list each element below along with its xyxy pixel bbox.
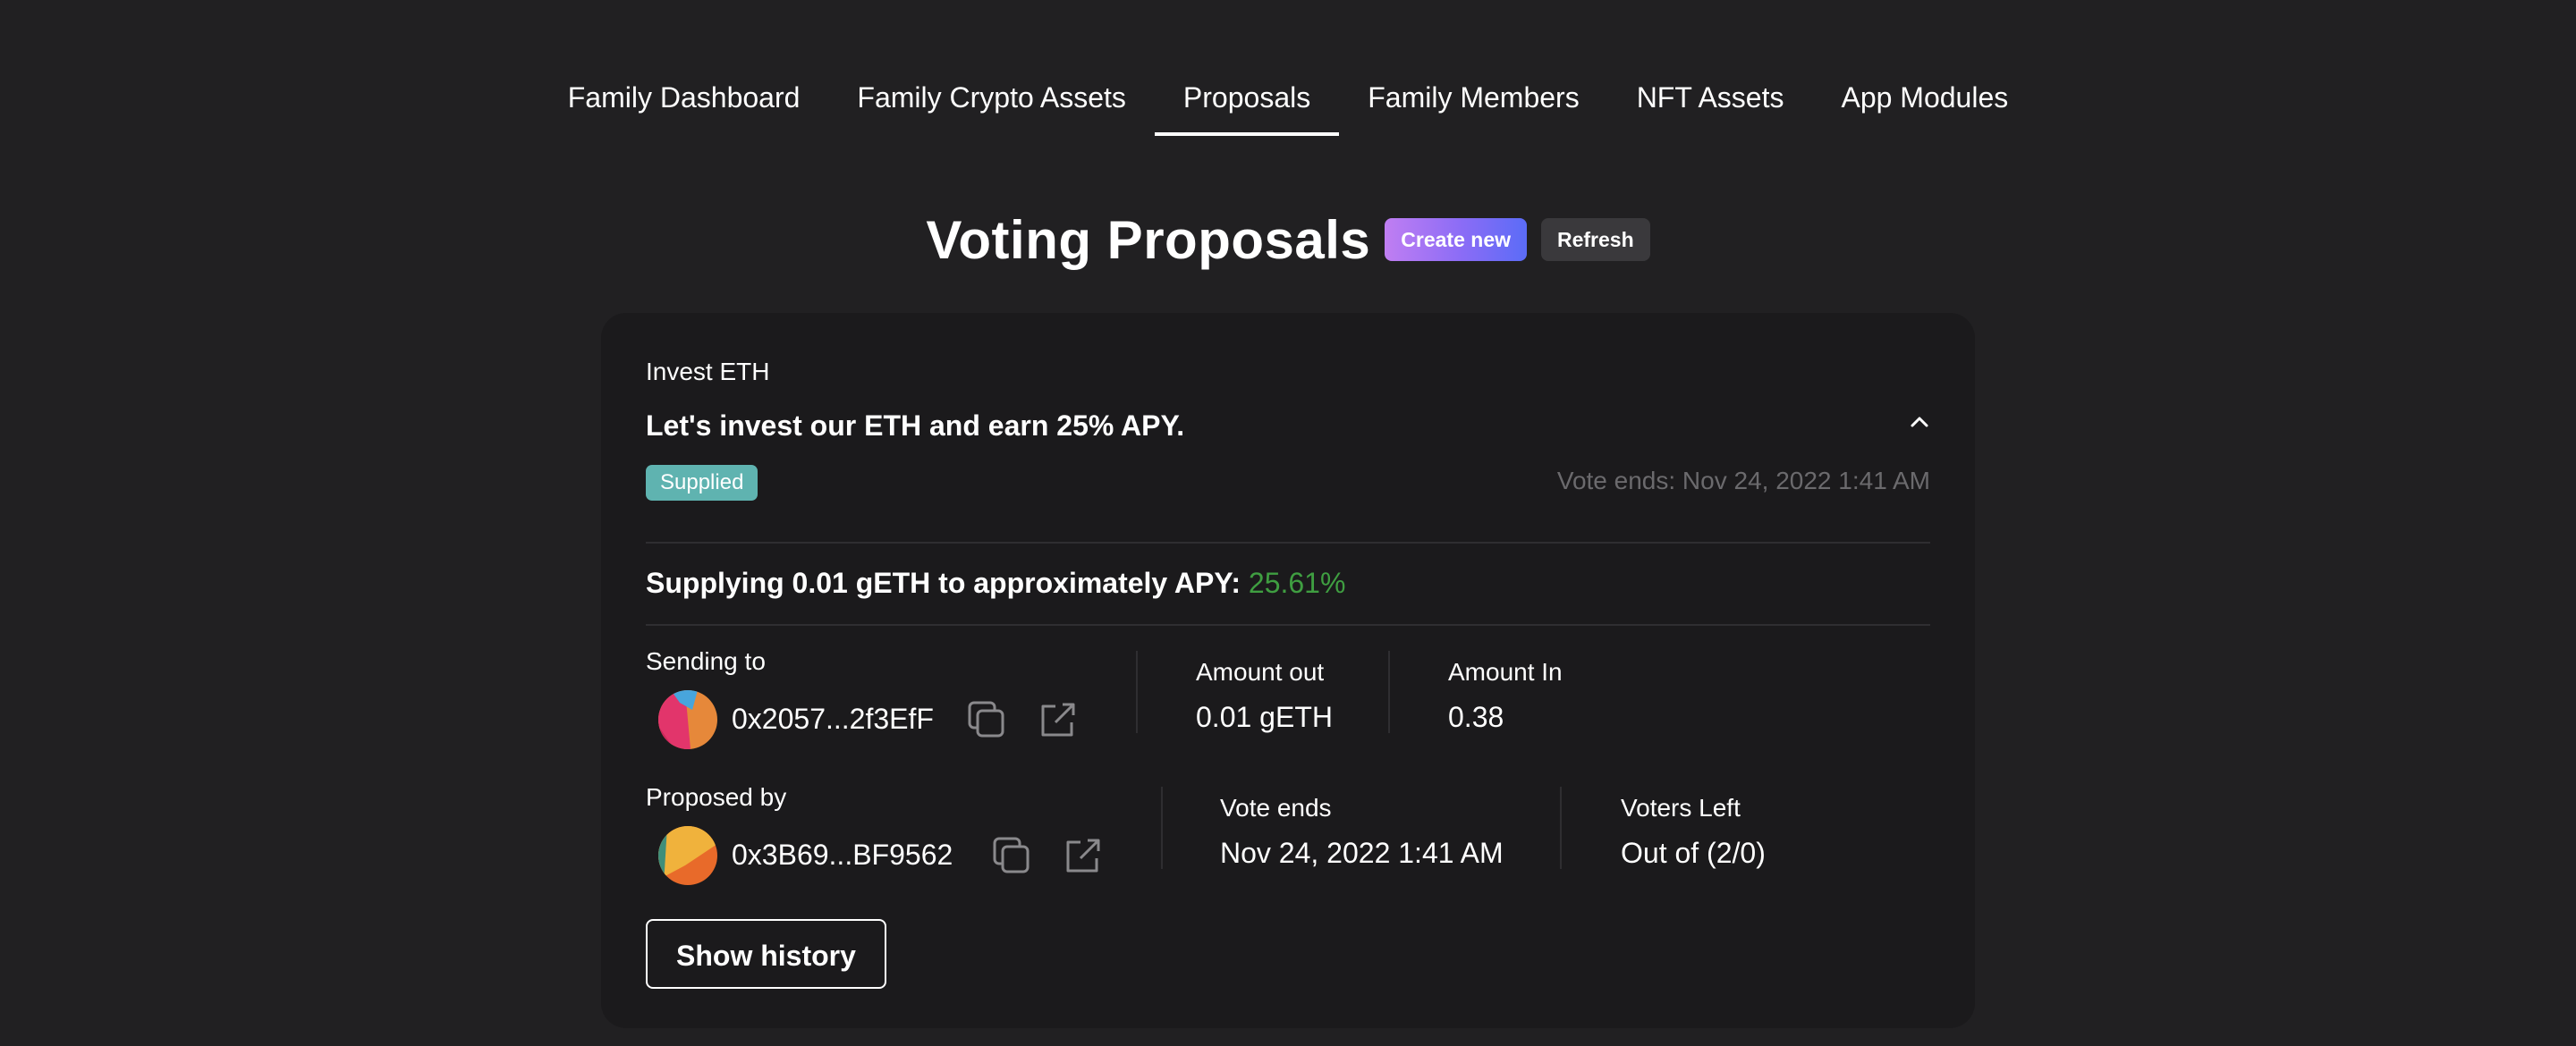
copy-icon[interactable] xyxy=(966,699,1007,740)
tab-nft-assets[interactable]: NFT Assets xyxy=(1608,73,1813,136)
status-badge: Supplied xyxy=(646,465,758,501)
recipient-avatar xyxy=(658,690,717,749)
divider xyxy=(1161,787,1163,869)
copy-icon[interactable] xyxy=(991,835,1032,876)
voters-left-value: Out of (2/0) xyxy=(1621,837,1766,869)
top-nav: Family Dashboard Family Crypto Assets Pr… xyxy=(0,0,2576,136)
vote-ends-value: Nov 24, 2022 1:41 AM xyxy=(1220,837,1504,869)
supply-apy: 25.61% xyxy=(1248,567,1346,599)
amount-out-label: Amount out xyxy=(1196,658,1325,686)
supply-text: Supplying 0.01 gETH to approximately APY… xyxy=(646,567,1241,599)
divider xyxy=(1560,787,1562,869)
page-title: Voting Proposals xyxy=(926,209,1371,270)
tab-family-members[interactable]: Family Members xyxy=(1339,73,1607,136)
proposer-avatar xyxy=(658,826,717,885)
amount-in-value: 0.38 xyxy=(1448,701,1504,733)
external-link-icon[interactable] xyxy=(1038,699,1079,740)
divider xyxy=(1388,651,1390,733)
tab-family-crypto-assets[interactable]: Family Crypto Assets xyxy=(828,73,1155,136)
proposed-by-label: Proposed by xyxy=(646,783,787,811)
vote-ends-label: Vote ends xyxy=(1220,794,1332,822)
proposal-card: Invest ETH Let's invest our ETH and earn… xyxy=(601,313,1975,1028)
tab-proposals[interactable]: Proposals xyxy=(1154,73,1340,136)
amount-out-value: 0.01 gETH xyxy=(1196,701,1333,733)
divider xyxy=(1136,651,1138,733)
show-history-button[interactable]: Show history xyxy=(646,919,886,989)
divider xyxy=(646,542,1930,544)
tab-app-modules[interactable]: App Modules xyxy=(1812,73,2037,136)
chevron-up-icon[interactable] xyxy=(1907,409,1932,434)
create-new-button[interactable]: Create new xyxy=(1385,218,1527,261)
page-header: Voting Proposals Create new Refresh xyxy=(0,204,2576,275)
tab-family-dashboard[interactable]: Family Dashboard xyxy=(539,73,829,136)
sending-to-label: Sending to xyxy=(646,647,766,675)
recipient-address: 0x2057...2f3EfF xyxy=(732,703,934,735)
voters-left-label: Voters Left xyxy=(1621,794,1741,822)
supply-summary: Supplying 0.01 gETH to approximately APY… xyxy=(646,567,1345,600)
divider xyxy=(646,624,1930,626)
external-link-icon[interactable] xyxy=(1063,835,1104,876)
refresh-button[interactable]: Refresh xyxy=(1541,218,1650,261)
proposal-category: Invest ETH xyxy=(646,358,770,385)
vote-ends-summary: Vote ends: Nov 24, 2022 1:41 AM xyxy=(1556,467,1930,494)
amount-in-label: Amount In xyxy=(1448,658,1563,686)
proposal-title: Let's invest our ETH and earn 25% APY. xyxy=(646,409,1185,442)
proposer-address: 0x3B69...BF9562 xyxy=(732,839,953,871)
nav-tabs: Family Dashboard Family Crypto Assets Pr… xyxy=(539,73,2038,136)
